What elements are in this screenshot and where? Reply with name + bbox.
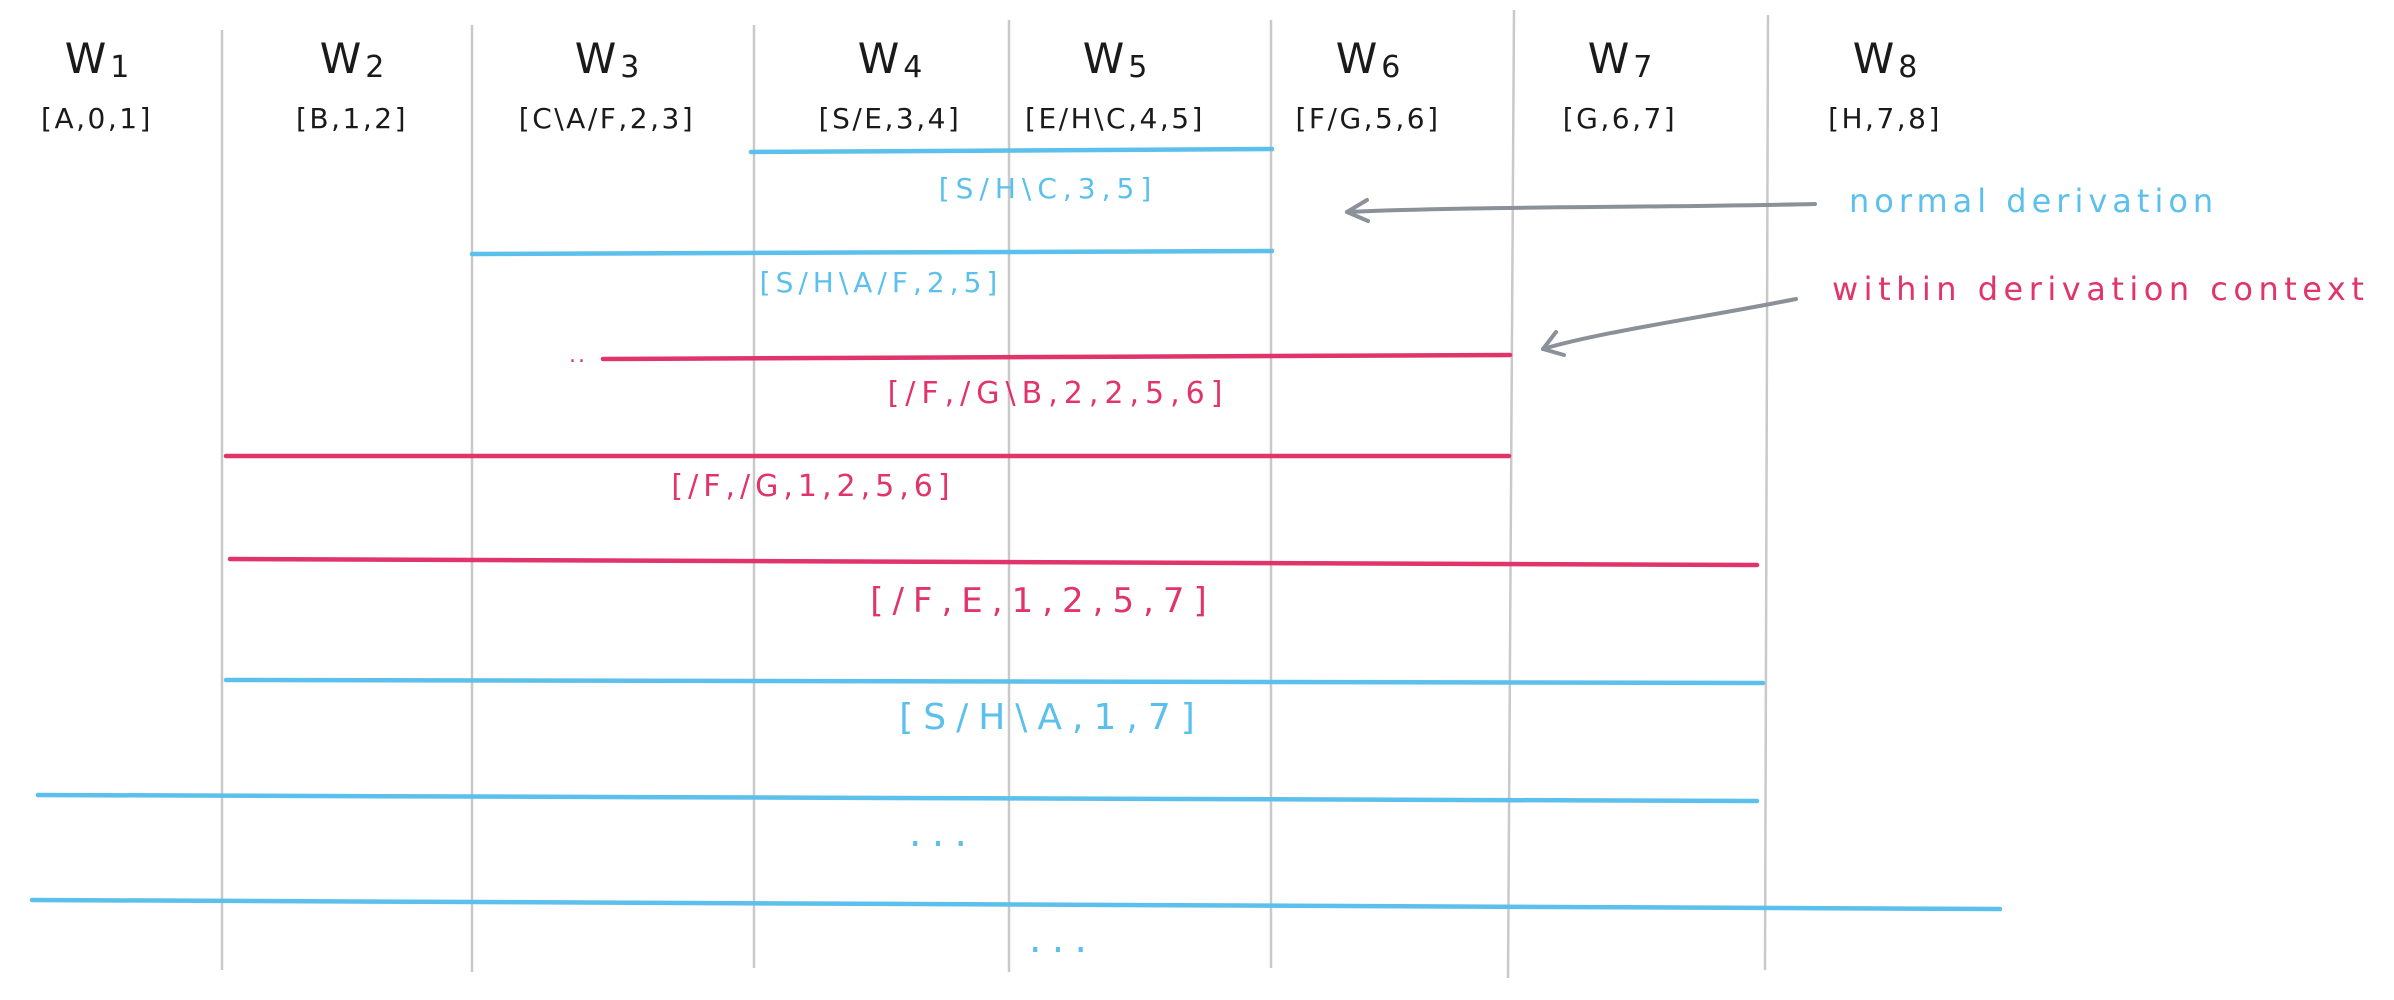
context-arrow-icon bbox=[1541, 297, 1798, 351]
column-separator-6 bbox=[1506, 9, 1516, 979]
derivation-label-7: ... bbox=[909, 810, 977, 856]
derivation-line-7 bbox=[35, 792, 1760, 804]
word-3-label: W3 bbox=[575, 34, 640, 85]
derivation-label-4: [/F,/G,1,2,5,6] bbox=[671, 469, 954, 504]
derivation-line-8 bbox=[29, 897, 2003, 912]
derivation-label-8: ... bbox=[1029, 916, 1097, 962]
derivation-line-5 bbox=[227, 556, 1760, 568]
word-2-item: [B,1,2] bbox=[296, 102, 408, 135]
word-5-label: W5 bbox=[1083, 34, 1148, 85]
legend-context-label: within derivation context bbox=[1832, 270, 2369, 308]
column-separator-7 bbox=[1763, 14, 1770, 971]
derivation-label-5: [/F,E,1,2,5,7] bbox=[870, 581, 1216, 621]
derivation-label-3: [/F,/G\B,2,2,5,6] bbox=[888, 376, 1229, 411]
word-2-label: W2 bbox=[320, 34, 385, 85]
word-4-item: [S/E,3,4] bbox=[819, 102, 962, 135]
derivation-label-2: [S/H\A/F,2,5] bbox=[760, 266, 1003, 299]
derivation-label-1: [S/H\C,3,5] bbox=[939, 172, 1158, 205]
word-7-item: [G,6,7] bbox=[1563, 102, 1677, 135]
word-8-label: W8 bbox=[1853, 34, 1918, 85]
legend-normal-label: normal derivation bbox=[1849, 182, 2218, 220]
word-5-item: [E/H\C,4,5] bbox=[1025, 102, 1205, 135]
normal-arrow-icon bbox=[1345, 202, 1817, 214]
derivation-prefix-3: .. bbox=[569, 343, 587, 368]
word-8-item: [H,7,8] bbox=[1828, 102, 1942, 135]
derivation-line-3 bbox=[600, 352, 1513, 362]
chart-canvas: W 1 [A,0,1] W 2 [B,1,2] W 3 [C\A/F,2,3] W 4 [S/E,3,… bbox=[29, 9, 2369, 979]
word-1-label: W1 bbox=[65, 34, 130, 85]
derivation-line-2 bbox=[469, 248, 1275, 257]
derivation-line-6 bbox=[223, 677, 1766, 686]
derivation-diagram: W 1 [A,0,1] W 2 [B,1,2] W 3 [C\A/F,2,3] W 4 [S/E,3,… bbox=[0, 0, 2394, 1000]
derivation-line-1 bbox=[748, 146, 1275, 155]
word-6-label: W6 bbox=[1336, 34, 1401, 85]
word-6-item: [F/G,5,6] bbox=[1295, 102, 1440, 135]
word-4-label: W4 bbox=[858, 34, 923, 85]
word-1-item: [A,0,1] bbox=[41, 102, 153, 135]
word-7-label: W7 bbox=[1588, 34, 1653, 85]
derivation-label-6: [S/H\A,1,7] bbox=[899, 697, 1205, 738]
word-3-item: [C\A/F,2,3] bbox=[519, 102, 695, 135]
